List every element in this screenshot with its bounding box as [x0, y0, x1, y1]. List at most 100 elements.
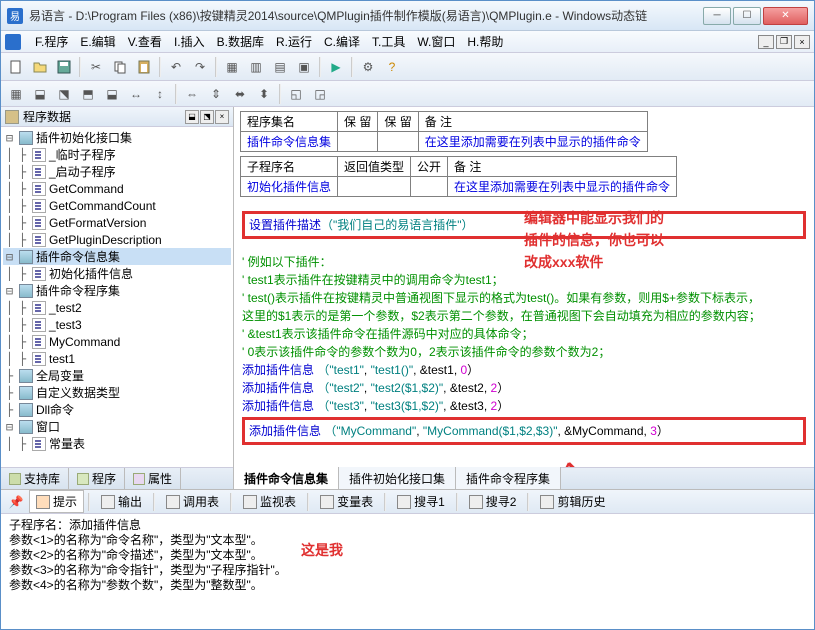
- tree-node[interactable]: ├全局变量: [3, 367, 231, 384]
- output-pane: 📌 提示 输出 调用表 监视表 变量表 搜寻1 搜寻2 剪辑历史 子程序名：添加…: [1, 489, 814, 627]
- tab-plugin-cmd-prog[interactable]: 插件命令程序集: [456, 467, 561, 489]
- dist-v-icon[interactable]: ⇕: [205, 83, 227, 105]
- front-icon[interactable]: ◱: [285, 83, 307, 105]
- tab-output[interactable]: 输出: [94, 490, 149, 513]
- tree-node[interactable]: ⊟插件命令信息集: [3, 248, 231, 265]
- left-pane-title: 程序数据: [23, 108, 71, 125]
- menu-bar: F.程序 E.编辑 V.查看 I.插入 B.数据库 R.运行 C.编译 T.工具…: [1, 31, 814, 53]
- code-editor[interactable]: 设置插件描述（"我们自己的易语言插件"） 编辑器中能显示我们的 插件的信息，你也…: [234, 203, 814, 467]
- same-h-icon[interactable]: ⬍: [253, 83, 275, 105]
- table-subprogram: 子程序名返回值类型公开备 注 初始化插件信息在这里添加需要在列表中显示的插件命令: [240, 156, 677, 197]
- mdi-minimize-button[interactable]: _: [758, 35, 774, 49]
- tab-support-lib[interactable]: 支持库: [1, 468, 69, 489]
- tab-plugin-cmd-info[interactable]: 插件命令信息集: [234, 467, 339, 489]
- table-program-set: 程序集名保 留保 留备 注 插件命令信息集在这里添加需要在列表中显示的插件命令: [240, 111, 648, 152]
- tree-node[interactable]: │├GetPluginDescription: [3, 231, 231, 248]
- tree-node[interactable]: │├_临时子程序: [3, 146, 231, 163]
- build-icon[interactable]: ⚙: [357, 56, 379, 78]
- pane-tool1-icon[interactable]: ⬓: [185, 110, 199, 124]
- folder-icon: [5, 110, 19, 124]
- project-tree[interactable]: ⊟插件初始化接口集│├_临时子程序│├_启动子程序│├GetCommand│├G…: [1, 127, 233, 467]
- menu-help[interactable]: H.帮助: [461, 31, 509, 52]
- dist-h-icon[interactable]: ⇔: [181, 83, 203, 105]
- annotation-4: 这是我: [301, 544, 343, 559]
- tree-node[interactable]: │├_test3: [3, 316, 231, 333]
- pane-tool2-icon[interactable]: ⬔: [200, 110, 214, 124]
- menu-view[interactable]: V.查看: [122, 31, 168, 52]
- close-button[interactable]: ✕: [763, 7, 808, 25]
- grid-icon[interactable]: ▦: [5, 83, 27, 105]
- new-file-icon[interactable]: [5, 56, 27, 78]
- layout1-icon[interactable]: ▦: [221, 56, 243, 78]
- output-text[interactable]: 子程序名：添加插件信息 参数<1>的名称为"命令名称"，类型为"文本型"。 参数…: [1, 514, 814, 627]
- maximize-button[interactable]: ☐: [733, 7, 761, 25]
- pin-icon[interactable]: 📌: [5, 491, 27, 513]
- output-tab-bar: 📌 提示 输出 调用表 监视表 变量表 搜寻1 搜寻2 剪辑历史: [1, 490, 814, 514]
- tab-program[interactable]: 程序: [69, 468, 125, 489]
- redo-icon[interactable]: ↷: [189, 56, 211, 78]
- editor-pane: 程序集名保 留保 留备 注 插件命令信息集在这里添加需要在列表中显示的插件命令 …: [234, 107, 814, 489]
- layout3-icon[interactable]: ▤: [269, 56, 291, 78]
- tab-clipboard[interactable]: 剪辑历史: [533, 490, 612, 513]
- tree-node[interactable]: │├初始化插件信息: [3, 265, 231, 282]
- align-l-icon[interactable]: ⬓: [29, 83, 51, 105]
- tab-properties[interactable]: 属性: [125, 468, 181, 489]
- layout2-icon[interactable]: ▥: [245, 56, 267, 78]
- window-title: 易语言 - D:\Program Files (x86)\按键精灵2014\so…: [29, 7, 703, 24]
- tree-node[interactable]: ⊟窗口: [3, 418, 231, 435]
- open-file-icon[interactable]: [29, 56, 51, 78]
- tab-hint[interactable]: 提示: [29, 490, 84, 513]
- tree-node[interactable]: ⊟插件命令程序集: [3, 282, 231, 299]
- menu-database[interactable]: B.数据库: [211, 31, 270, 52]
- save-icon[interactable]: [53, 56, 75, 78]
- center-v-icon[interactable]: ↕: [149, 83, 171, 105]
- align-t-icon[interactable]: ⬒: [77, 83, 99, 105]
- menu-file[interactable]: F.程序: [29, 31, 74, 52]
- main-toolbar: ✂ ↶ ↷ ▦ ▥ ▤ ▣ ▶ ⚙ ?: [1, 53, 814, 81]
- menu-edit[interactable]: E.编辑: [74, 31, 121, 52]
- tab-plugin-init[interactable]: 插件初始化接口集: [339, 467, 456, 489]
- help-icon[interactable]: ?: [381, 56, 403, 78]
- paste-icon[interactable]: [133, 56, 155, 78]
- center-h-icon[interactable]: ↔: [125, 83, 147, 105]
- tab-search1[interactable]: 搜寻1: [390, 490, 452, 513]
- back-icon[interactable]: ◲: [309, 83, 331, 105]
- align-b-icon[interactable]: ⬓: [101, 83, 123, 105]
- run-icon[interactable]: ▶: [325, 56, 347, 78]
- tree-node[interactable]: ⊟插件初始化接口集: [3, 129, 231, 146]
- annotation-2: 插件的信息，你也可以: [524, 231, 664, 249]
- menu-compile[interactable]: C.编译: [318, 31, 366, 52]
- menu-run[interactable]: R.运行: [270, 31, 318, 52]
- tree-node[interactable]: │├_test2: [3, 299, 231, 316]
- tree-node[interactable]: │├MyCommand: [3, 333, 231, 350]
- tree-node[interactable]: │├GetCommand: [3, 180, 231, 197]
- menu-window[interactable]: W.窗口: [411, 31, 461, 52]
- undo-icon[interactable]: ↶: [165, 56, 187, 78]
- tree-node[interactable]: │├GetCommandCount: [3, 197, 231, 214]
- tree-node[interactable]: │├常量表: [3, 435, 231, 452]
- tree-node[interactable]: ├Dll命令: [3, 401, 231, 418]
- menu-tools[interactable]: T.工具: [366, 31, 411, 52]
- annotation-1: 编辑器中能显示我们的: [524, 209, 664, 227]
- tree-node[interactable]: │├_启动子程序: [3, 163, 231, 180]
- tab-search2[interactable]: 搜寻2: [462, 490, 524, 513]
- pane-close-icon[interactable]: ×: [215, 110, 229, 124]
- arrow-annotation-icon: [554, 458, 614, 467]
- align-r-icon[interactable]: ⬔: [53, 83, 75, 105]
- copy-icon[interactable]: [109, 56, 131, 78]
- mdi-close-button[interactable]: ×: [794, 35, 810, 49]
- same-w-icon[interactable]: ⬌: [229, 83, 251, 105]
- cut-icon[interactable]: ✂: [85, 56, 107, 78]
- menu-insert[interactable]: I.插入: [168, 31, 211, 52]
- tree-node[interactable]: ├自定义数据类型: [3, 384, 231, 401]
- minimize-button[interactable]: ─: [703, 7, 731, 25]
- tree-node[interactable]: │├test1: [3, 350, 231, 367]
- tree-node[interactable]: │├GetFormatVersion: [3, 214, 231, 231]
- mdi-restore-button[interactable]: ❐: [776, 35, 792, 49]
- design-toolbar: ▦ ⬓ ⬔ ⬒ ⬓ ↔ ↕ ⇔ ⇕ ⬌ ⬍ ◱ ◲: [1, 81, 814, 107]
- tab-watch[interactable]: 监视表: [236, 490, 303, 513]
- layout4-icon[interactable]: ▣: [293, 56, 315, 78]
- editor-tab-bar: 插件命令信息集 插件初始化接口集 插件命令程序集: [234, 467, 814, 489]
- tab-vars[interactable]: 变量表: [313, 490, 380, 513]
- tab-calltable[interactable]: 调用表: [159, 490, 226, 513]
